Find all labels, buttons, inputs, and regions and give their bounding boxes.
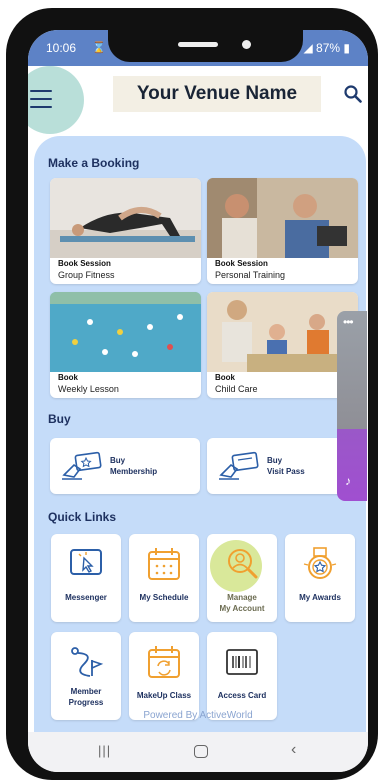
back-chevron-icon[interactable]: ‹ (291, 741, 296, 759)
quick-link-label: Member Progress (68, 687, 104, 707)
powered-by-footer: Powered By ActiveWorld (143, 710, 253, 721)
hamburger-menu-icon (30, 90, 52, 108)
quick-link-my-schedule[interactable]: My Schedule (129, 534, 199, 622)
personal-training-photo (207, 178, 358, 258)
menu-button[interactable] (28, 66, 84, 134)
home-icon[interactable] (194, 745, 208, 758)
booking-card-child-care[interactable]: Book Child Care (207, 292, 358, 398)
main-content: Make a Booking Book Session Group Fitnes… (34, 136, 367, 732)
quick-link-label: My Schedule (139, 593, 189, 602)
group-fitness-photo (50, 178, 201, 258)
buy-membership-button[interactable]: Buy Membership (50, 438, 200, 494)
card-line1: Book (215, 373, 235, 382)
quick-link-manage-my-account[interactable]: Manage My Account (207, 534, 277, 622)
account-search-icon (228, 549, 258, 579)
buy-visit-pass-label: Buy Visit Pass (267, 456, 305, 476)
quick-link-label: Manage My Account (219, 593, 265, 613)
buy-visit-pass-button[interactable]: Buy Visit Pass (207, 438, 357, 494)
quick-link-label: Messenger (65, 593, 107, 602)
quick-link-makeup-class[interactable]: MakeUp Class (129, 632, 199, 720)
status-time: 10:06 (46, 41, 77, 55)
quick-link-label: MakeUp Class (136, 691, 192, 700)
music-note-icon[interactable]: ♪ (345, 474, 351, 488)
membership-card-icon (62, 451, 102, 480)
card-line2: Weekly Lesson (58, 384, 119, 394)
venue-name-title: Your Venue Name (113, 76, 321, 112)
android-nav-bar: ||| ‹ (28, 732, 368, 772)
booking-card-group-fitness[interactable]: Book Session Group Fitness (50, 178, 201, 284)
card-line1: Book Session (215, 259, 268, 268)
more-options-icon[interactable]: ••• (343, 315, 354, 329)
quick-link-my-awards[interactable]: My Awards (285, 534, 355, 622)
quick-link-messenger[interactable]: Messenger (51, 534, 121, 622)
visit-pass-card-icon (219, 451, 259, 480)
award-medal-icon (303, 547, 337, 579)
quick-link-label: Access Card (217, 691, 267, 700)
barcode-card-icon (226, 649, 258, 675)
booking-card-personal-training[interactable]: Book Session Personal Training (207, 178, 358, 284)
signal-icon: ◢ (303, 41, 317, 55)
phone-frame: 10:06 ⌛ ⚙ ◢ 87% ▮ Your Venue Name Make a… (6, 8, 378, 780)
section-title-booking: Make a Booking (48, 156, 140, 170)
quick-link-access-card[interactable]: Access Card (207, 632, 277, 720)
recent-apps-icon[interactable]: ||| (98, 743, 111, 758)
battery-indicator: ◢ 87% ▮ (303, 41, 350, 55)
app-header: Your Venue Name (28, 66, 368, 136)
card-line2: Child Care (215, 384, 258, 394)
battery-icon: ▮ (340, 41, 350, 55)
quick-link-label: My Awards (299, 593, 341, 602)
front-camera (242, 40, 251, 49)
calendar-icon (148, 548, 180, 580)
battery-percent: 87% (316, 41, 341, 55)
camera-notch (108, 30, 303, 62)
status-bar: 10:06 ⌛ ⚙ ◢ 87% ▮ (28, 30, 368, 66)
section-title-quick-links: Quick Links (48, 510, 117, 524)
child-care-photo (207, 292, 358, 372)
booking-card-weekly-lesson[interactable]: Book Weekly Lesson (50, 292, 201, 398)
swimming-pool-photo (50, 292, 201, 372)
card-line2: Group Fitness (58, 270, 115, 280)
floating-side-panel[interactable]: ••• ♪ (337, 311, 367, 501)
app-screen: 10:06 ⌛ ⚙ ◢ 87% ▮ Your Venue Name Make a… (28, 30, 368, 772)
buy-membership-label: Buy Membership (110, 456, 158, 476)
quick-link-member-progress[interactable]: Member Progress (51, 632, 121, 720)
speaker-grille (178, 42, 218, 47)
messenger-icon (70, 549, 102, 575)
search-icon[interactable] (344, 85, 362, 103)
card-line1: Book (58, 373, 78, 382)
card-line2: Personal Training (215, 270, 286, 280)
section-title-buy: Buy (48, 412, 71, 426)
progress-flag-icon (71, 647, 104, 677)
card-line1: Book Session (58, 259, 111, 268)
calendar-refresh-icon (148, 646, 180, 678)
